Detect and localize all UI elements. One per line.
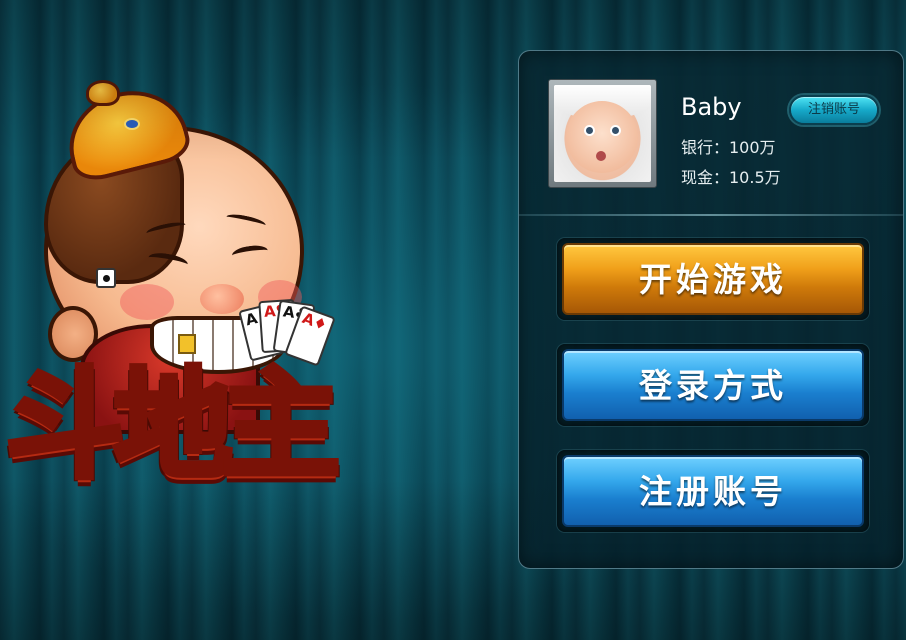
avatar-eye-left <box>584 125 595 136</box>
account-panel: Baby 注销账号 银行：100万 现金：10.5万 开始游戏 登录方式 注册账… <box>518 50 904 569</box>
register-account-button[interactable]: 注册账号 <box>562 455 864 527</box>
panel-divider <box>519 214 903 216</box>
avatar-eye-right <box>610 125 621 136</box>
avatar <box>554 85 651 182</box>
start-game-button-wrap: 开始游戏 <box>557 238 869 320</box>
mascot-hat-knob <box>86 80 120 106</box>
mascot-dice-patch <box>96 268 116 288</box>
game-logo-art: A♠ A♥ A♣ A♦ 斗地主 <box>0 70 380 530</box>
avatar-frame <box>548 79 657 188</box>
start-game-button[interactable]: 开始游戏 <box>562 243 864 315</box>
avatar-mouth <box>596 151 606 161</box>
login-method-button[interactable]: 登录方式 <box>562 349 864 421</box>
game-title-logo: 斗地主 <box>3 353 343 497</box>
mascot-cheek-left <box>120 284 174 320</box>
register-account-button-wrap: 注册账号 <box>557 450 869 532</box>
username: Baby <box>681 93 742 121</box>
cash-balance: 现金：10.5万 <box>681 168 781 187</box>
logout-button[interactable]: 注销账号 <box>789 95 879 125</box>
avatar-baby-face <box>566 101 638 173</box>
login-method-button-wrap: 登录方式 <box>557 344 869 426</box>
profile-section: Baby 注销账号 银行：100万 现金：10.5万 <box>519 51 903 214</box>
bank-balance: 银行：100万 <box>681 138 776 157</box>
mascot-hat-gem <box>124 118 140 130</box>
mascot-nose <box>200 284 244 314</box>
